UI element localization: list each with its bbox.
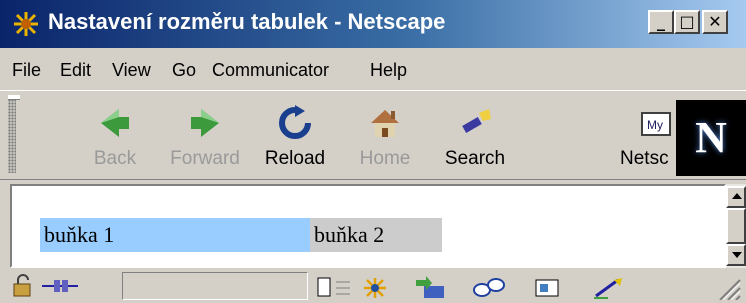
forward-button[interactable]: Forward <box>160 101 250 177</box>
menu-edit[interactable]: Edit <box>60 60 91 81</box>
navigation-toolbar: Back Forward Reload Home Search My Netsc <box>0 90 746 180</box>
search-button[interactable]: Search <box>430 101 520 177</box>
security-lock-icon[interactable] <box>10 274 36 298</box>
menu-communicator[interactable]: Communicator <box>212 60 329 81</box>
reload-label: Reload <box>264 148 326 169</box>
scroll-down-button[interactable] <box>726 244 746 266</box>
mail-inbox-icon[interactable] <box>414 276 448 300</box>
page-info-icon[interactable] <box>316 276 334 300</box>
back-button[interactable]: Back <box>70 101 160 177</box>
forward-arrow-icon <box>191 109 219 137</box>
address-book-icon[interactable] <box>532 276 562 300</box>
netscape-my-icon: My <box>641 112 671 136</box>
minimize-button[interactable]: _ <box>648 10 674 34</box>
menu-file[interactable]: File <box>12 60 41 81</box>
composer-pen-icon[interactable] <box>590 276 626 300</box>
reload-icon <box>279 105 311 139</box>
lines-separator-icon <box>336 281 350 295</box>
netscape-logo-throbber[interactable]: N <box>676 100 746 176</box>
page-content: buňka 1 buňka 2 <box>10 184 726 268</box>
title-bar[interactable]: Nastavení rozměru tabulek - Netscape _ □… <box>0 0 746 48</box>
close-button[interactable]: ✕ <box>702 10 728 34</box>
connection-plug-icon[interactable] <box>40 274 80 298</box>
status-bar <box>0 270 746 303</box>
reload-button[interactable]: Reload <box>250 101 340 177</box>
search-flashlight-icon <box>462 109 491 133</box>
scroll-thumb[interactable] <box>726 208 746 244</box>
back-arrow-icon <box>101 109 129 137</box>
netscape-n-logo-icon: N <box>695 113 727 162</box>
netscape-app-icon <box>14 12 38 36</box>
vertical-scrollbar[interactable] <box>726 184 746 268</box>
maximize-button[interactable]: □ <box>674 10 700 34</box>
scroll-up-button[interactable] <box>726 186 746 208</box>
home-button[interactable]: Home <box>340 101 430 177</box>
home-icon <box>371 110 399 137</box>
progress-bar <box>122 272 308 300</box>
search-label: Search <box>444 148 506 169</box>
component-bar <box>312 272 712 300</box>
arrow-down-icon <box>732 252 742 258</box>
toolbar-grip[interactable] <box>8 99 16 173</box>
table-cell: buňka 2 <box>310 218 442 252</box>
menu-bar: File Edit View Go Communicator Help <box>0 52 746 88</box>
table-cell: buňka 1 <box>40 218 310 252</box>
discussion-groups-icon[interactable] <box>472 276 506 300</box>
svg-text:My: My <box>647 118 663 132</box>
menu-go[interactable]: Go <box>172 60 196 81</box>
home-label: Home <box>359 148 411 169</box>
menu-view[interactable]: View <box>112 60 151 81</box>
arrow-up-icon <box>732 193 742 199</box>
navigator-component-icon[interactable] <box>360 276 390 300</box>
browser-window: Nastavení rozměru tabulek - Netscape _ □… <box>0 0 746 303</box>
window-title: Nastavení rozměru tabulek - Netscape <box>48 9 446 34</box>
back-label: Back <box>93 148 137 169</box>
forward-label: Forward <box>170 148 240 169</box>
menu-help[interactable]: Help <box>370 60 407 81</box>
netscape-button[interactable]: My Netsc <box>598 101 678 177</box>
resize-grip-icon[interactable] <box>712 274 742 300</box>
